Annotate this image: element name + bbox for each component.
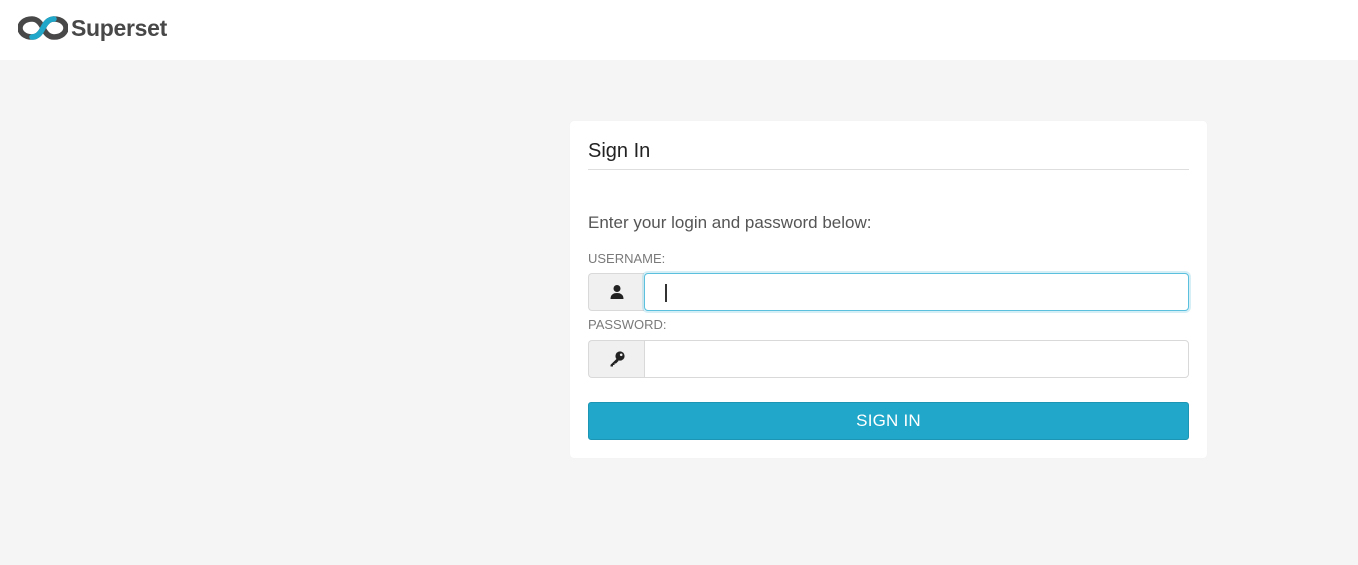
username-input-group [588,273,1189,311]
panel-divider [588,169,1189,170]
login-panel: Sign In Enter your login and password be… [570,121,1207,458]
username-label: USERNAME: [588,251,666,266]
password-addon [588,340,644,378]
superset-logo-icon [18,16,68,40]
brand-name: Superset [71,14,168,41]
username-input[interactable] [644,273,1189,311]
text-caret [665,284,667,302]
password-input[interactable] [644,340,1189,378]
password-label: PASSWORD: [588,317,667,332]
login-instructions: Enter your login and password below: [588,213,872,232]
password-input-group [588,340,1189,378]
username-addon [588,273,644,311]
panel-title: Sign In [588,140,651,162]
brand-link[interactable]: Superset [18,12,167,44]
user-icon [610,285,623,299]
sign-in-button[interactable]: SIGN IN [588,402,1189,440]
top-navbar: Superset [0,0,1358,60]
key-icon [610,351,625,367]
